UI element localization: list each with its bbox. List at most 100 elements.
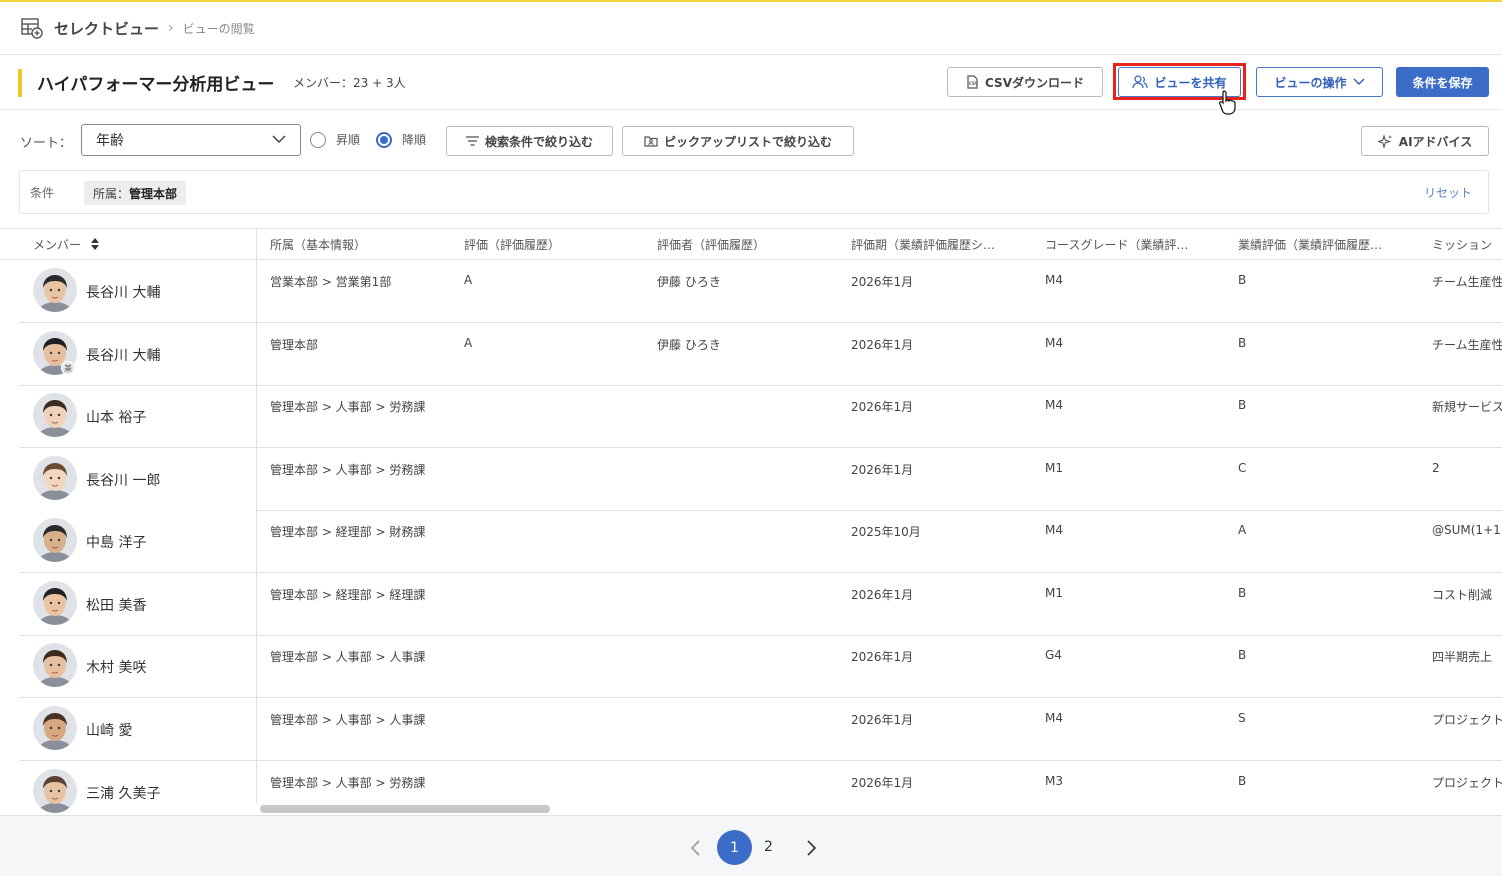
member-name[interactable]: 中島 洋子: [86, 532, 146, 552]
cell-period: 2025年10月: [851, 525, 921, 539]
condition-chip-value: 管理本部: [129, 186, 178, 201]
avatar[interactable]: [33, 456, 77, 500]
table-row[interactable]: 山崎 愛 管理本部 > 人事部 > 人事課 2026年1月 M4 S プロジェクト: [0, 698, 1502, 761]
column-header[interactable]: 評価（評価履歴）: [464, 236, 644, 253]
sort-arrows-icon: [90, 238, 99, 250]
condition-label: 条件: [30, 186, 55, 200]
cell-grade: M3: [1045, 774, 1063, 788]
cell-rating: A: [464, 336, 473, 350]
member-name[interactable]: 長谷川 大輔: [86, 345, 160, 365]
cell-mission: チーム生産性: [1432, 275, 1502, 289]
cell-period: 2026年1月: [851, 588, 914, 602]
column-header[interactable]: コースグレード（業績評…: [1045, 236, 1225, 253]
csv-download-label: CSVダウンロード: [985, 75, 1084, 90]
chevron-right-icon[interactable]: [805, 840, 817, 856]
column-header[interactable]: 評価者（評価履歴）: [657, 236, 837, 253]
save-conditions-button[interactable]: 条件を保存: [1396, 67, 1489, 97]
avatar[interactable]: [33, 706, 77, 750]
page-title: ハイパフォーマー分析用ビュー: [37, 75, 275, 95]
horizontal-scrollbar[interactable]: [260, 805, 550, 813]
cell-mission: @SUM(1+1: [1432, 523, 1501, 537]
page-1-button[interactable]: 1: [717, 830, 752, 865]
avatar[interactable]: [33, 393, 77, 437]
chevron-down-icon: [272, 135, 286, 144]
member-name[interactable]: 山本 裕子: [86, 407, 146, 427]
member-name[interactable]: 三浦 久美子: [86, 783, 160, 803]
svg-text:CSV: CSV: [969, 81, 979, 86]
reset-link[interactable]: リセット: [1424, 184, 1472, 201]
cell-grade: M4: [1045, 273, 1063, 287]
filter-icon: [465, 136, 479, 146]
sort-asc-radio[interactable]: 昇順: [310, 131, 360, 148]
avatar[interactable]: [33, 518, 77, 562]
chevron-left-icon[interactable]: [690, 840, 702, 856]
sort-desc-label: 降順: [402, 133, 427, 147]
sort-selected-value: 年齢: [96, 133, 124, 149]
table-row[interactable]: 山本 裕子 管理本部 > 人事部 > 労務課 2026年1月 M4 B 新規サービス: [0, 385, 1502, 448]
cell-period: 2026年1月: [851, 776, 914, 790]
ai-advice-button[interactable]: AIアドバイス: [1361, 126, 1489, 156]
table-row[interactable]: 松田 美香 管理本部 > 経理部 > 経理課 2026年1月 M1 B コスト削減: [0, 573, 1502, 636]
column-header[interactable]: 評価期（業績評価履歴シ…: [851, 236, 1031, 253]
cell-dept: 管理本部 > 人事部 > 労務課: [270, 400, 426, 414]
sort-desc-radio[interactable]: 降順: [376, 131, 426, 148]
cell-perf: B: [1238, 648, 1247, 662]
cell-grade: G4: [1045, 648, 1062, 662]
table-row[interactable]: 木村 美咲 管理本部 > 人事部 > 人事課 2026年1月 G4 B 四半期売上: [0, 635, 1502, 698]
condition-chip[interactable]: 所属： 管理本部: [84, 181, 187, 205]
avatar[interactable]: [33, 581, 77, 625]
breadcrumb-current: ビューの閲覧: [182, 21, 255, 36]
cell-grade: M4: [1045, 398, 1063, 412]
table-row[interactable]: 中島 洋子 管理本部 > 経理部 > 財務課 2025年10月 M4 A @SUM(1+1: [0, 510, 1502, 573]
member-column-header[interactable]: メンバー: [33, 236, 99, 253]
select-view-icon: [21, 18, 43, 39]
cell-mission: コスト削減: [1432, 588, 1493, 602]
cell-period: 2026年1月: [851, 400, 914, 414]
csv-file-icon: CSV: [967, 75, 979, 89]
member-name[interactable]: 長谷川 一郎: [86, 470, 160, 490]
cell-mission: 新規サービス: [1432, 400, 1502, 414]
cell-grade: M4: [1045, 711, 1063, 725]
cell-perf: B: [1238, 336, 1247, 350]
sort-label: ソート：: [20, 136, 73, 151]
avatar[interactable]: [33, 268, 77, 312]
avatar[interactable]: [33, 643, 77, 687]
cell-period: 2026年1月: [851, 713, 914, 727]
breadcrumb-root[interactable]: セレクトビュー: [54, 18, 159, 39]
view-header: ハイパフォーマー分析用ビュー メンバー：23 + 3人 CSV CSVダウンロー…: [0, 55, 1502, 115]
radio-on-icon: [376, 131, 392, 148]
table-row[interactable]: 長谷川 一郎 管理本部 > 人事部 > 労務課 2026年1月 M1 C 2: [0, 448, 1502, 511]
table-row[interactable]: 兼長谷川 大輔 管理本部 A 伊藤 ひろき 2026年1月 M4 B チーム生産性: [0, 323, 1502, 386]
member-name[interactable]: 長谷川 大輔: [86, 282, 160, 302]
table-row[interactable]: 三浦 久美子 管理本部 > 人事部 > 労務課 2026年1月 M3 B プロジェクト: [0, 761, 1502, 815]
view-operations-dropdown[interactable]: ビューの操作: [1256, 67, 1383, 97]
cell-mission: 2: [1432, 461, 1440, 475]
sort-select[interactable]: 年齢: [81, 124, 301, 156]
cell-rater: 伊藤 ひろき: [657, 275, 721, 289]
radio-off-icon: [310, 131, 326, 148]
table-row[interactable]: 長谷川 大輔 営業本部 > 営業第1部 A 伊藤 ひろき 2026年1月 M4 B チーム生産…: [0, 260, 1502, 323]
column-header[interactable]: 業績評価（業績評価履歴…: [1238, 236, 1418, 253]
cell-mission: 四半期売上: [1432, 650, 1493, 664]
member-name[interactable]: 松田 美香: [86, 595, 146, 615]
cell-grade: M4: [1045, 523, 1063, 537]
member-table: メンバー 所属（基本情報） 評価（評価履歴） 評価者（評価履歴） 評価期（業績評…: [0, 228, 1502, 816]
filter-by-search-button[interactable]: 検索条件で絞り込む: [446, 126, 613, 156]
cell-dept: 管理本部 > 経理部 > 財務課: [270, 525, 426, 539]
csv-download-button[interactable]: CSV CSVダウンロード: [947, 67, 1103, 97]
view-operations-label: ビューの操作: [1274, 75, 1347, 90]
filter-by-pickup-button[interactable]: ピックアップリストで絞り込む: [622, 126, 854, 156]
cell-period: 2026年1月: [851, 463, 914, 477]
page-2-button[interactable]: 2: [764, 839, 773, 855]
member-name[interactable]: 木村 美咲: [86, 657, 146, 677]
column-header[interactable]: 所属（基本情報）: [270, 236, 450, 253]
filter-by-pickup-label: ピックアップリストで絞り込む: [663, 134, 832, 149]
member-name[interactable]: 山崎 愛: [86, 720, 132, 740]
avatar[interactable]: [33, 769, 77, 813]
condition-bar: 条件 所属： 管理本部 リセット: [19, 170, 1489, 214]
cell-dept: 管理本部 > 人事部 > 人事課: [270, 713, 426, 727]
filter-by-search-label: 検索条件で絞り込む: [484, 134, 593, 149]
folder-user-icon: [644, 136, 658, 147]
cell-period: 2026年1月: [851, 650, 914, 664]
column-header[interactable]: ミッション: [1432, 236, 1502, 253]
